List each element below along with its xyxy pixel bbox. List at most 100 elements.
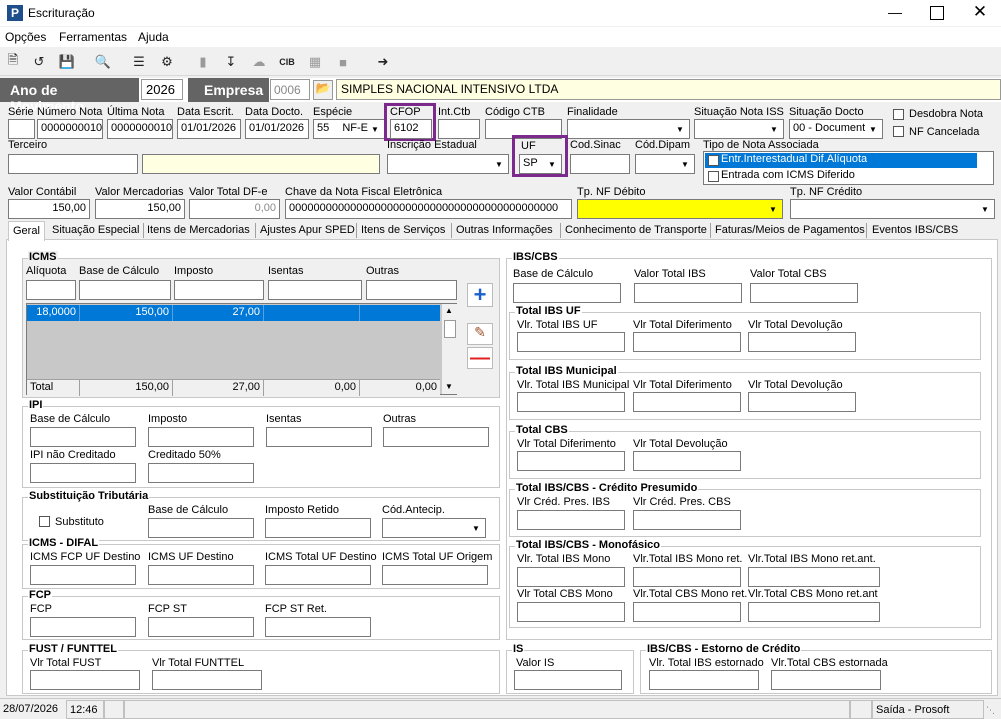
icms-outras-input[interactable]	[366, 280, 457, 300]
funttel-input[interactable]	[152, 670, 262, 690]
ibs-mun-devolucao-input[interactable]	[748, 392, 856, 412]
especie-select[interactable]: 55 NF-E ▼	[313, 119, 385, 139]
close-icon[interactable]: ✕	[970, 2, 990, 22]
fcp-st-ret-input[interactable]	[265, 617, 371, 637]
ipi-nao-creditado-input[interactable]	[30, 463, 136, 483]
icms-imposto-input[interactable]	[174, 280, 264, 300]
presumido-cbs-input[interactable]	[633, 510, 741, 530]
maximize-icon[interactable]	[930, 6, 944, 20]
ibs-mun-diferimento-input[interactable]	[633, 392, 741, 412]
mono-cbs-ret-ant-input[interactable]	[748, 602, 880, 622]
menu-opcoes[interactable]: Opções	[5, 30, 46, 44]
difal-fcp-input[interactable]	[30, 565, 136, 585]
tipo-nota-option-1[interactable]: Entr.Interestadual Dif.Alíquota	[705, 153, 977, 168]
tab-geral[interactable]: Geral	[8, 221, 45, 241]
ipi-creditado50-input[interactable]	[148, 463, 254, 483]
numero-nota-input[interactable]: 0000000010	[37, 119, 103, 139]
inscricao-estadual-select[interactable]: ▼	[387, 154, 509, 174]
fust-input[interactable]	[30, 670, 140, 690]
scroll-thumb[interactable]	[444, 320, 456, 338]
folder-icon[interactable]: 📂	[313, 80, 333, 100]
icms-base-input[interactable]	[79, 280, 171, 300]
save-icon[interactable]: 💾	[58, 53, 76, 71]
difal-uf-destino-input[interactable]	[148, 565, 254, 585]
icms-isentas-input[interactable]	[268, 280, 362, 300]
st-base-input[interactable]	[148, 518, 254, 538]
cbs-diferimento-input[interactable]	[517, 451, 625, 471]
tab-eventos-ibs-cbs[interactable]: Eventos IBS/CBS	[868, 221, 962, 240]
add-button[interactable]: +	[467, 283, 493, 307]
valor-contabil-input[interactable]: 150,00	[8, 199, 90, 219]
estorno-ibs-input[interactable]	[649, 670, 759, 690]
undo-icon[interactable]: ↺	[30, 53, 48, 71]
mono-ibs-ret-input[interactable]	[633, 567, 741, 587]
tab-ajustes-apur-sped[interactable]: Ajustes Apur SPED	[256, 221, 359, 240]
mono-cbs-ret-input[interactable]	[633, 602, 741, 622]
situacao-docto-select[interactable]: 00 - Document ▼	[789, 119, 883, 139]
tab-itens-mercadorias[interactable]: Itens de Mercadorias	[143, 221, 254, 240]
preview-icon[interactable]: 🔍	[94, 53, 112, 71]
cfop-input[interactable]: 6102	[390, 119, 432, 139]
finalidade-select[interactable]: ▼	[567, 119, 690, 139]
tab-situacao-especial[interactable]: Situação Especial	[48, 221, 143, 240]
situacao-iss-select[interactable]: ▼	[694, 119, 784, 139]
ano-input[interactable]: 2026	[141, 79, 183, 100]
tab-faturas[interactable]: Faturas/Meios de Pagamentos	[711, 221, 869, 240]
cib-icon[interactable]: CIB	[278, 53, 296, 71]
edit-button[interactable]: ✎	[467, 323, 493, 345]
ultima-nota-input[interactable]: 0000000010	[107, 119, 173, 139]
menu-ajuda[interactable]: Ajuda	[138, 30, 169, 44]
ibscbs-base-input[interactable]	[513, 283, 621, 303]
valor-mercadorias-input[interactable]: 150,00	[95, 199, 185, 219]
difal-total-origem-input[interactable]	[382, 565, 488, 585]
st-imposto-retido-input[interactable]	[265, 518, 371, 538]
fcp-st-input[interactable]	[148, 617, 254, 637]
data-docto-input[interactable]: 01/01/2026	[245, 119, 309, 139]
ibs-mun-total-input[interactable]	[517, 392, 625, 412]
ibs-uf-diferimento-input[interactable]	[633, 332, 741, 352]
tipo-nota-list[interactable]: Entr.Interestadual Dif.Alíquota Entrada …	[703, 151, 994, 185]
difal-total-destino-input[interactable]	[265, 565, 371, 585]
table-row[interactable]: 18,0000 150,00 27,00	[27, 305, 440, 321]
int-ctb-input[interactable]	[438, 119, 480, 139]
scroll-down-icon[interactable]: ▼	[445, 382, 453, 391]
chave-nfe-input[interactable]: 0000000000000000000000000000000000000000…	[285, 199, 572, 219]
ipi-imposto-input[interactable]	[148, 427, 254, 447]
st-cod-antecip-select[interactable]: ▼	[382, 518, 486, 538]
icms-aliquota-input[interactable]	[26, 280, 76, 300]
cbs-devolucao-input[interactable]	[633, 451, 741, 471]
tp-nf-credito-select[interactable]: ▼	[790, 199, 995, 219]
ibs-uf-devolucao-input[interactable]	[748, 332, 856, 352]
resize-grip-icon[interactable]: ⋱	[986, 705, 995, 716]
terceiro-input[interactable]	[8, 154, 138, 174]
tools-icon[interactable]: ⚙	[158, 53, 176, 71]
download-icon[interactable]: ↧	[222, 53, 240, 71]
mono-cbs-input[interactable]	[517, 602, 625, 622]
data-escrit-input[interactable]: 01/01/2026	[177, 119, 241, 139]
ibs-uf-total-input[interactable]	[517, 332, 625, 352]
substituto-checkbox[interactable]	[39, 516, 50, 527]
is-valor-input[interactable]	[514, 670, 622, 690]
tab-conhecimento-transporte[interactable]: Conhecimento de Transporte	[561, 221, 711, 240]
estorno-cbs-input[interactable]	[771, 670, 881, 690]
ibscbs-cbs-input[interactable]	[750, 283, 858, 303]
nf-cancelada-checkbox[interactable]	[893, 126, 904, 137]
desdobra-nota-checkbox[interactable]	[893, 109, 904, 120]
mono-ibs-ret-ant-input[interactable]	[748, 567, 880, 587]
ipi-isentas-input[interactable]	[266, 427, 372, 447]
scroll-up-icon[interactable]: ▲	[445, 306, 453, 315]
ipi-base-input[interactable]	[30, 427, 136, 447]
cod-sinac-input[interactable]	[570, 154, 630, 174]
tab-itens-servicos[interactable]: Itens de Serviços	[357, 221, 449, 240]
serie-input[interactable]	[8, 119, 35, 139]
presumido-ibs-input[interactable]	[517, 510, 625, 530]
icms-scrollbar[interactable]: ▲ ▼	[441, 304, 457, 394]
new-icon[interactable]: 🗎	[4, 52, 22, 71]
valor-total-dfe-input[interactable]: 0,00	[189, 199, 280, 219]
menu-ferramentas[interactable]: Ferramentas	[59, 30, 127, 44]
tp-nf-debito-select[interactable]: ▼	[577, 199, 783, 219]
mono-ibs-input[interactable]	[517, 567, 625, 587]
exit-icon[interactable]: ➜	[374, 53, 392, 71]
ipi-outras-input[interactable]	[383, 427, 489, 447]
cod-dipam-select[interactable]: ▼	[635, 154, 695, 174]
